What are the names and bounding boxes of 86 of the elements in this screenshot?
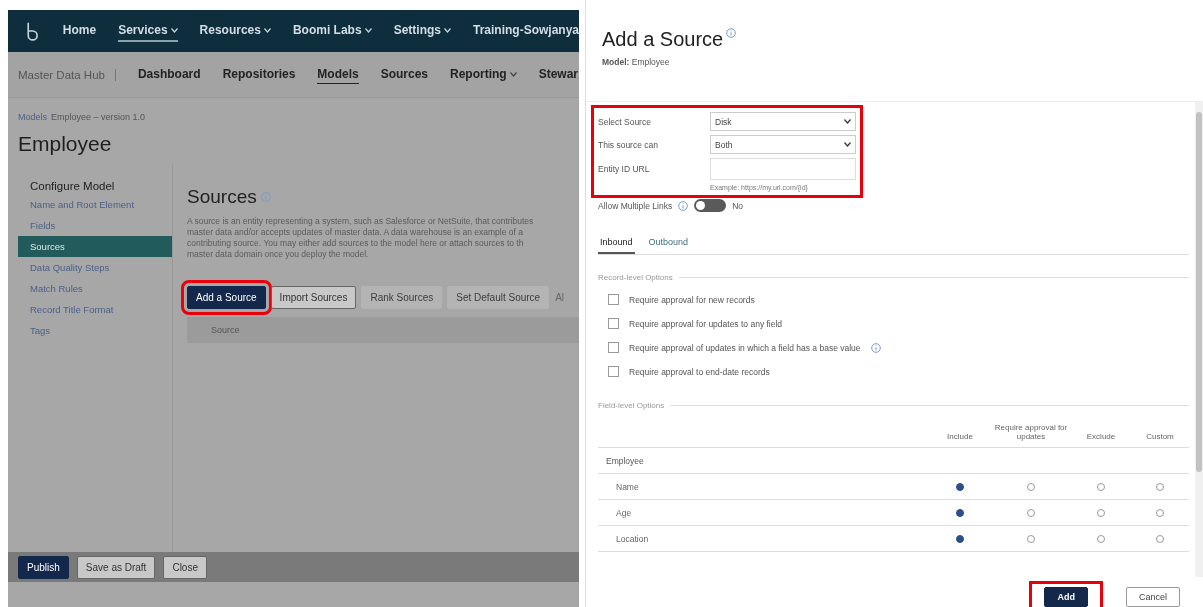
group-label: Employee <box>605 455 645 466</box>
nav-item[interactable]: Training-Sowjanya <box>472 20 579 42</box>
checkbox[interactable] <box>608 366 619 377</box>
caret-icon <box>170 27 178 33</box>
description-text: master data and/or accepts updates of master data. A data warehouse is an example of a <box>187 227 524 238</box>
field-label: Select Source <box>598 116 652 127</box>
checkbox-label: Require approval to end-date records <box>629 366 770 377</box>
radio-button[interactable] <box>1027 482 1035 491</box>
radio-button[interactable] <box>956 482 964 491</box>
sub-nav-item[interactable]: Repositories <box>222 65 296 84</box>
caret-icon <box>364 27 372 33</box>
radio-button[interactable] <box>1156 534 1164 543</box>
input-field[interactable] <box>710 158 856 180</box>
column-header: Custom <box>1145 432 1175 443</box>
sub-nav-item[interactable]: Dashboard <box>137 65 201 84</box>
caret-icon <box>509 71 517 77</box>
checkbox[interactable] <box>608 342 619 353</box>
toggle-switch[interactable] <box>694 199 727 212</box>
toggle-state-text: No <box>732 200 744 211</box>
radio-button[interactable] <box>1027 508 1035 517</box>
checkbox-label: Require approval for updates to any field <box>629 318 783 329</box>
caret-icon <box>844 119 851 124</box>
checkbox[interactable] <box>608 294 619 305</box>
field-name: Name <box>615 481 640 492</box>
description-text: A source is an entity representing a system, such as Salesforce or NetSuite, that contributes <box>187 216 535 227</box>
radio-button[interactable] <box>1097 482 1105 491</box>
sidebar-heading: Configure Model <box>29 179 116 194</box>
nav-item[interactable]: Services <box>118 20 178 42</box>
nav-item[interactable]: Resources <box>199 20 271 42</box>
sub-nav-item[interactable]: Stewar <box>538 65 579 84</box>
checkbox[interactable] <box>608 318 619 329</box>
column-header: Require approval for updates <box>993 423 1069 443</box>
model-label: Model: Employee <box>602 57 671 67</box>
sub-nav-item[interactable]: Reporting <box>450 65 517 84</box>
info-icon <box>726 28 737 38</box>
dialog-button[interactable]: Add <box>1044 587 1088 607</box>
info-icon <box>260 192 271 202</box>
app-name: Master Data Hub <box>18 68 116 81</box>
sidebar-item[interactable]: Sources <box>18 236 172 257</box>
sub-nav-item[interactable]: Models <box>317 65 359 84</box>
footer-button[interactable]: Close <box>163 555 207 579</box>
radio-button[interactable] <box>956 508 964 517</box>
action-button[interactable]: Rank Sources <box>361 286 443 309</box>
info-icon <box>678 200 689 211</box>
description-text: master data domain once you deploy the model. <box>187 249 370 260</box>
tab[interactable]: Outbound <box>646 234 691 254</box>
field-label: Allow Multiple Links <box>598 200 673 211</box>
column-header: Source <box>211 325 240 335</box>
footer-button[interactable]: Publish <box>18 555 69 579</box>
field-label: Entity ID URL <box>598 164 651 174</box>
radio-button[interactable] <box>1027 534 1035 543</box>
breadcrumb-current: Employee – version 1.0 <box>51 112 146 122</box>
radio-button[interactable] <box>1156 508 1164 517</box>
panel-title: Add a Source <box>602 28 724 51</box>
caret-icon <box>443 27 451 33</box>
checkbox-label: Require approval of updates in which a field has a base value <box>629 342 861 353</box>
caret-icon <box>844 142 851 147</box>
sub-nav-item[interactable]: Sources <box>380 65 428 84</box>
field-label: This source can <box>598 139 659 150</box>
select-field[interactable]: Disk <box>710 112 856 131</box>
section-legend: Record-level Options <box>598 273 673 282</box>
column-header: Include <box>946 432 974 443</box>
column-header: Exclude <box>1085 432 1117 443</box>
action-button[interactable]: Import Sources <box>270 286 357 309</box>
nav-item[interactable]: Settings <box>393 20 451 42</box>
action-button[interactable]: Set Default Source <box>447 286 550 309</box>
dialog-button[interactable]: Cancel <box>1126 587 1180 607</box>
section-legend: Field-level Options <box>598 401 665 410</box>
field-name: Location <box>615 533 650 544</box>
nav-item[interactable]: Boomi Labs <box>292 20 372 42</box>
description-text: contributing source. You may either add sources to the model here or attach sources to th <box>187 238 525 249</box>
radio-button[interactable] <box>1156 482 1164 491</box>
checkbox-label: Require approval for new records <box>629 294 755 305</box>
scrollbar[interactable] <box>1195 102 1203 577</box>
tab[interactable]: Inbound <box>598 234 635 254</box>
field-name: Age <box>615 507 633 518</box>
nav-item[interactable]: Home <box>62 20 97 42</box>
section-title: Sources <box>187 186 257 208</box>
page-title: Employee <box>18 132 113 156</box>
radio-button[interactable] <box>956 534 964 543</box>
footer-button[interactable]: Save as Draft <box>76 555 156 579</box>
caret-icon <box>263 27 271 33</box>
info-icon <box>870 342 881 353</box>
radio-button[interactable] <box>1097 534 1105 543</box>
radio-button[interactable] <box>1097 508 1105 517</box>
select-field[interactable]: Both <box>710 135 856 154</box>
